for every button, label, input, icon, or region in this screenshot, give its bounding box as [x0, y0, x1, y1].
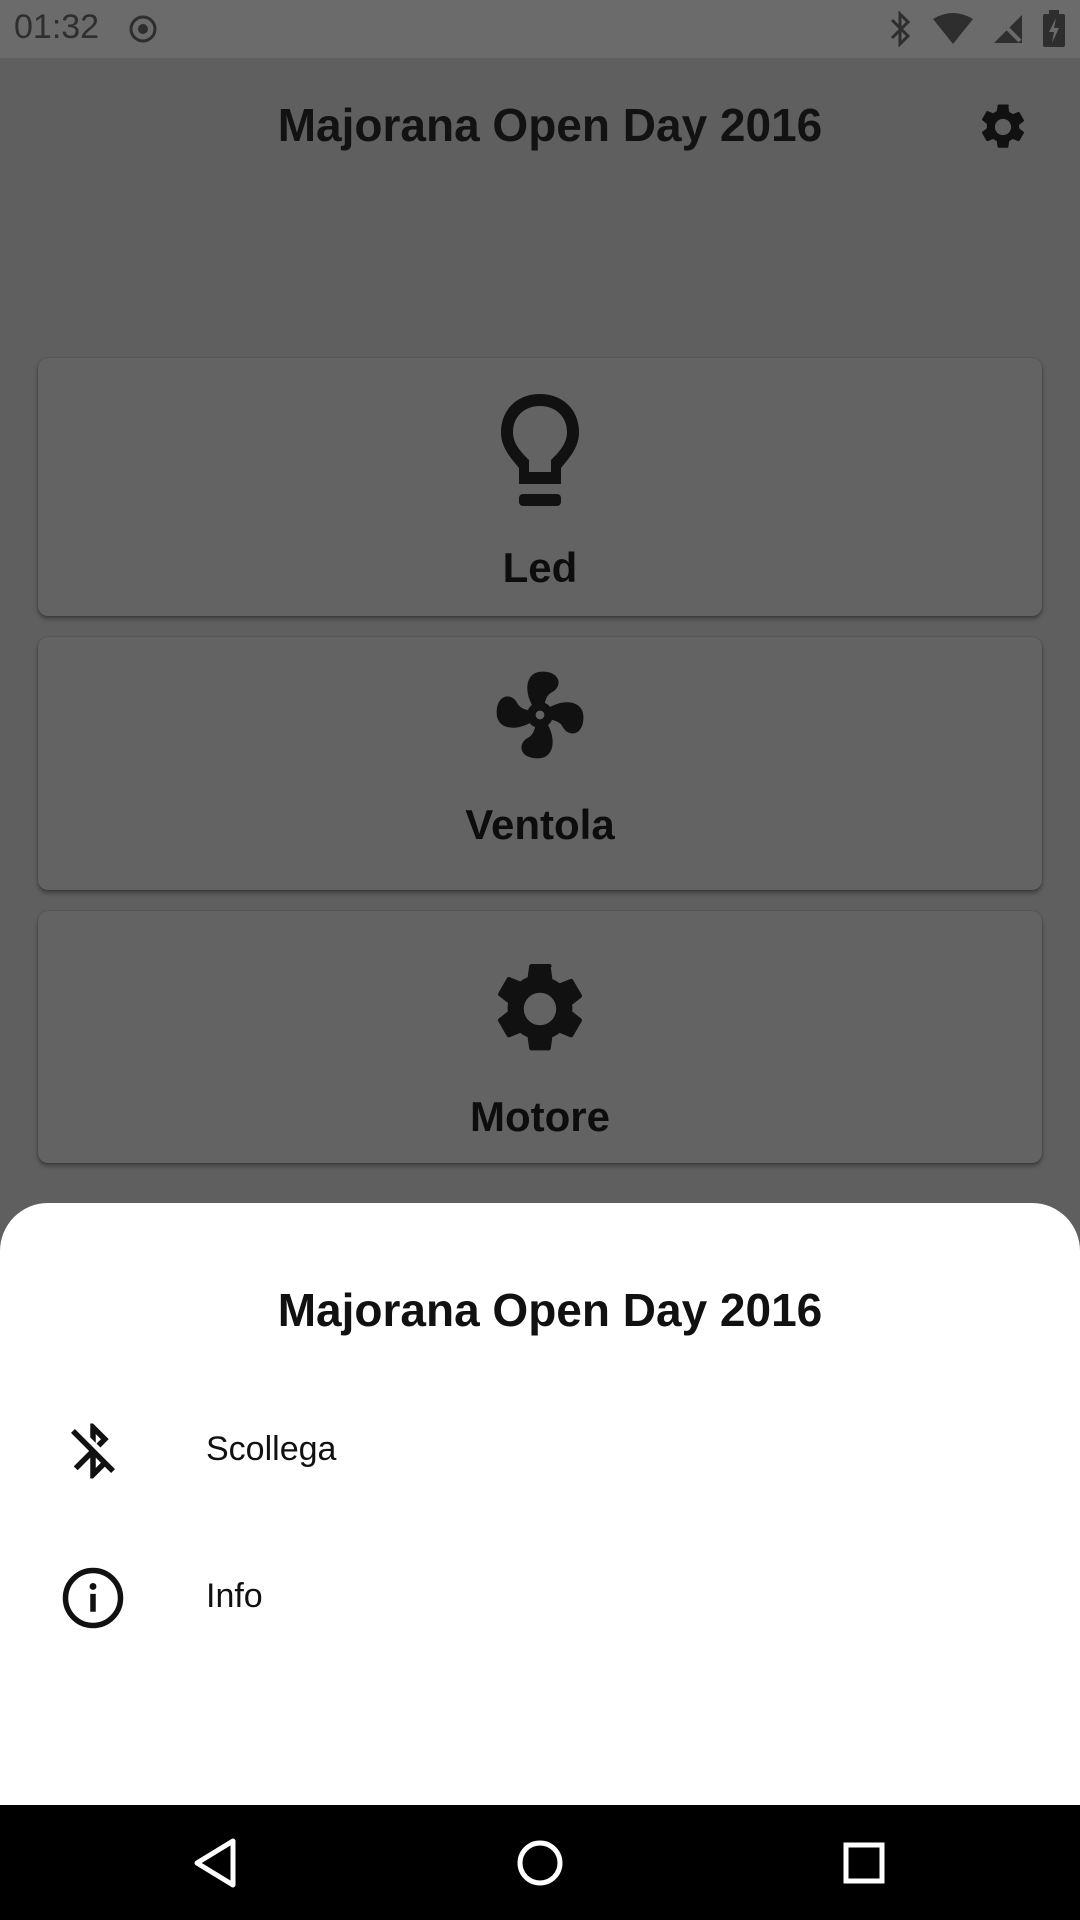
- bottom-sheet-title: Majorana Open Day 2016: [277, 1284, 823, 1336]
- location-icon: [129, 15, 157, 43]
- bluetooth-disabled-icon: [71, 1423, 115, 1479]
- card-led[interactable]: Led: [38, 358, 1042, 616]
- wifi-icon: [933, 13, 973, 44]
- info-icon: [62, 1567, 124, 1629]
- card-motore[interactable]: Motore: [38, 911, 1042, 1163]
- home-icon[interactable]: [510, 1833, 570, 1893]
- bluetooth-icon: [890, 11, 911, 47]
- menu-item-label-info: Info: [206, 1577, 263, 1615]
- gear-icon: [497, 963, 583, 1051]
- bottom-sheet: Majorana Open Day 2016 Scollega Info: [0, 1203, 1080, 1805]
- fan-icon: [496, 671, 584, 759]
- page-title: Majorana Open Day 2016: [277, 99, 823, 151]
- no-sim-icon: [994, 15, 1022, 43]
- gear-icon[interactable]: [976, 100, 1030, 154]
- status-icons: [888, 10, 1066, 48]
- back-icon[interactable]: [187, 1833, 247, 1893]
- card-ventola[interactable]: Ventola: [38, 637, 1042, 890]
- battery-charging-icon: [1043, 10, 1065, 47]
- navigation-bar: [0, 1805, 1080, 1920]
- status-bar: 01:32: [0, 0, 1080, 58]
- status-time: 01:32: [14, 8, 100, 46]
- card-label-motore: Motore: [470, 1093, 610, 1140]
- recents-icon[interactable]: [834, 1833, 894, 1893]
- menu-item-label-scollega: Scollega: [206, 1430, 337, 1468]
- menu-item-info[interactable]: Info: [0, 1533, 1080, 1663]
- card-label-led: Led: [502, 544, 578, 591]
- card-label-ventola: Ventola: [465, 801, 615, 848]
- lightbulb-icon: [501, 394, 579, 506]
- menu-item-scollega[interactable]: Scollega: [0, 1386, 1080, 1516]
